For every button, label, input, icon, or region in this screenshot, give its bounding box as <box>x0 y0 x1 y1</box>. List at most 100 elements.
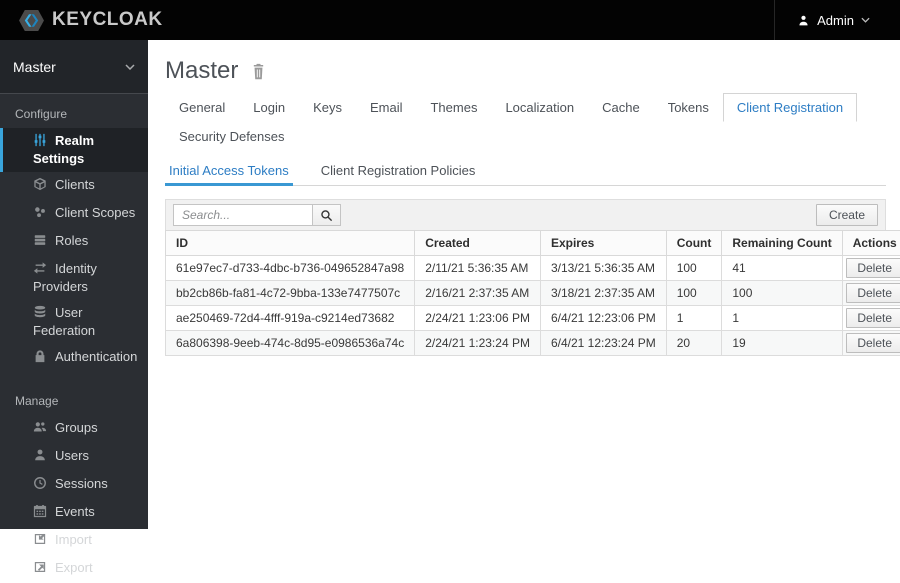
sidebar-item-roles[interactable]: Roles <box>0 228 148 256</box>
import-icon <box>33 532 55 550</box>
cell-remaining-count: 100 <box>722 281 842 306</box>
table-toolbar: Create <box>165 199 886 230</box>
tab-themes[interactable]: Themes <box>416 93 491 122</box>
delete-button[interactable]: Delete <box>846 283 900 303</box>
calendar-icon <box>33 504 55 522</box>
tab-keys[interactable]: Keys <box>299 93 356 122</box>
cell-id: bb2cb86b-fa81-4c72-9bba-133e7477507c <box>166 281 415 306</box>
table-row: 6a806398-9eeb-474c-8d95-e0986536a74c 2/2… <box>166 331 900 356</box>
cell-created: 2/24/21 1:23:24 PM <box>415 331 541 356</box>
sidebar-item-clients[interactable]: Clients <box>0 172 148 200</box>
sidebar-item-label: Clients <box>55 177 95 192</box>
cell-expires: 3/13/21 5:36:35 AM <box>540 256 666 281</box>
sidebar-item-export[interactable]: Export <box>0 555 148 583</box>
cell-id: 61e97ec7-d733-4dbc-b736-049652847a98 <box>166 256 415 281</box>
realm-selector[interactable]: Master <box>0 40 148 94</box>
cell-id: ae250469-72d4-4fff-919a-c9214ed73682 <box>166 306 415 331</box>
subtab-initial-access-tokens[interactable]: Initial Access Tokens <box>165 156 293 186</box>
tab-tokens[interactable]: Tokens <box>654 93 723 122</box>
table-row: bb2cb86b-fa81-4c72-9bba-133e7477507c 2/1… <box>166 281 900 306</box>
delete-button[interactable]: Delete <box>846 333 900 353</box>
keycloak-logo-icon <box>18 9 45 32</box>
tab-client-registration[interactable]: Client Registration <box>723 93 857 122</box>
brand-text: KEYCLOAK <box>52 9 163 31</box>
sidebar-item-label: Sessions <box>55 476 108 491</box>
cell-created: 2/24/21 1:23:06 PM <box>415 306 541 331</box>
user-icon <box>797 14 810 27</box>
cell-expires: 6/4/21 12:23:24 PM <box>540 331 666 356</box>
cell-expires: 3/18/21 2:37:35 AM <box>540 281 666 306</box>
column-header-remaining-count: Remaining Count <box>722 231 842 256</box>
sidebar-item-label: Events <box>55 504 95 519</box>
page-title: Master <box>165 57 238 85</box>
cell-created: 2/16/21 2:37:35 AM <box>415 281 541 306</box>
sidebar-item-label: Import <box>55 532 92 547</box>
sidebar-item-label: Roles <box>55 233 88 248</box>
realm-selector-label: Master <box>13 59 56 75</box>
cell-count: 20 <box>666 331 722 356</box>
table-row: 61e97ec7-d733-4dbc-b736-049652847a98 2/1… <box>166 256 900 281</box>
sidebar-item-events[interactable]: Events <box>0 499 148 527</box>
column-header-expires: Expires <box>540 231 666 256</box>
sidebar-item-sessions[interactable]: Sessions <box>0 471 148 499</box>
tab-security-defenses[interactable]: Security Defenses <box>165 122 299 151</box>
cell-count: 1 <box>666 306 722 331</box>
keycloak-logo: KEYCLOAK <box>0 9 163 32</box>
cell-count: 100 <box>666 256 722 281</box>
sidebar-item-users[interactable]: Users <box>0 443 148 471</box>
column-header-actions: Actions <box>842 231 900 256</box>
export-icon <box>33 560 55 578</box>
search-input[interactable] <box>173 204 313 226</box>
topbar: KEYCLOAK Admin <box>0 0 900 40</box>
sidebar: Master Configure Realm Settings Clients … <box>0 40 148 529</box>
create-button[interactable]: Create <box>816 204 878 226</box>
tab-email[interactable]: Email <box>356 93 417 122</box>
search-button[interactable] <box>313 204 341 226</box>
chevron-down-icon <box>861 17 870 23</box>
user-menu-label: Admin <box>817 13 854 28</box>
sidebar-item-user-federation[interactable]: User Federation <box>0 300 148 344</box>
tab-login[interactable]: Login <box>239 93 299 122</box>
cell-count: 100 <box>666 281 722 306</box>
sidebar-item-authentication[interactable]: Authentication <box>0 344 148 372</box>
sidebar-item-identity-providers[interactable]: Identity Providers <box>0 256 148 300</box>
chevron-down-icon <box>125 64 135 70</box>
tab-localization[interactable]: Localization <box>491 93 588 122</box>
sidebar-item-groups[interactable]: Groups <box>0 415 148 443</box>
sidebar-item-import[interactable]: Import <box>0 527 148 555</box>
table-row: ae250469-72d4-4fff-919a-c9214ed73682 2/2… <box>166 306 900 331</box>
main-content: Master General Login Keys Email Themes L… <box>148 40 900 529</box>
groups-icon <box>33 420 55 438</box>
cell-remaining-count: 19 <box>722 331 842 356</box>
sidebar-item-label: Authentication <box>55 349 137 364</box>
lock-icon <box>33 349 55 367</box>
tab-cache[interactable]: Cache <box>588 93 654 122</box>
tab-general[interactable]: General <box>165 93 239 122</box>
sidebar-item-realm-settings[interactable]: Realm Settings <box>0 128 148 172</box>
delete-button[interactable]: Delete <box>846 308 900 328</box>
cube-icon <box>33 177 55 195</box>
cell-created: 2/11/21 5:36:35 AM <box>415 256 541 281</box>
sidebar-item-label: Users <box>55 448 89 463</box>
delete-button[interactable]: Delete <box>846 258 900 278</box>
sidebar-item-client-scopes[interactable]: Client Scopes <box>0 200 148 228</box>
list-icon <box>33 233 55 251</box>
sliders-icon <box>33 133 55 151</box>
table-header-row: ID Created Expires Count Remaining Count… <box>166 231 900 256</box>
sidebar-item-label: Groups <box>55 420 98 435</box>
sidebar-section-manage: Manage <box>0 372 148 415</box>
sidebar-item-label: Export <box>55 560 93 575</box>
user-icon <box>33 448 55 466</box>
delete-realm-trash-icon[interactable] <box>251 63 266 80</box>
cell-remaining-count: 41 <box>722 256 842 281</box>
realm-tabs: General Login Keys Email Themes Localiza… <box>165 93 886 151</box>
scopes-icon <box>33 205 55 223</box>
user-menu[interactable]: Admin <box>774 0 900 40</box>
cell-id: 6a806398-9eeb-474c-8d95-e0986536a74c <box>166 331 415 356</box>
database-icon <box>33 305 55 323</box>
initial-access-tokens-table: ID Created Expires Count Remaining Count… <box>165 230 900 356</box>
subtab-client-registration-policies[interactable]: Client Registration Policies <box>317 156 480 186</box>
column-header-created: Created <box>415 231 541 256</box>
column-header-id: ID <box>166 231 415 256</box>
column-header-count: Count <box>666 231 722 256</box>
